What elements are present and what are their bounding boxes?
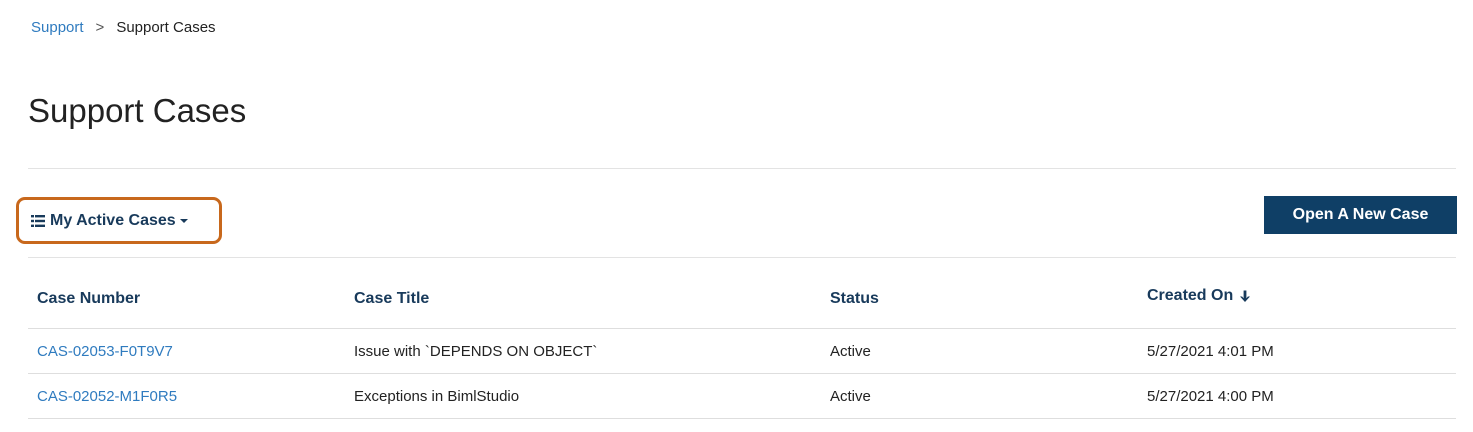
table-row: CAS-02053-F0T9V7 Issue with `DEPENDS ON … [28,329,1456,374]
arrow-down-icon [1239,290,1251,303]
case-status: Active [830,387,871,405]
table-row: CAS-02052-M1F0R5 Exceptions in BimlStudi… [28,374,1456,419]
page-title: Support Cases [28,92,247,129]
case-created-on: 5/27/2021 4:00 PM [1147,387,1274,405]
case-number-link[interactable]: CAS-02052-M1F0R5 [37,374,177,418]
column-header-case-number[interactable]: Case Number [37,270,140,328]
cases-table: Case Number Case Title Status Created On… [28,270,1456,419]
breadcrumb: Support > Support Cases [31,19,216,36]
caret-down-icon [179,218,188,223]
case-number-link[interactable]: CAS-02053-F0T9V7 [37,329,173,373]
case-status: Active [830,342,871,360]
case-created-on: 5/27/2021 4:01 PM [1147,342,1274,360]
column-header-status[interactable]: Status [830,270,879,328]
divider [28,257,1456,258]
breadcrumb-support-link[interactable]: Support [31,19,84,36]
case-title: Exceptions in BimlStudio [354,387,520,405]
view-selector-dropdown[interactable]: My Active Cases [16,197,222,244]
breadcrumb-separator: > [95,19,105,36]
breadcrumb-current: Support Cases [116,19,216,36]
column-header-case-title[interactable]: Case Title [354,270,429,328]
open-new-case-button[interactable]: Open A New Case [1264,196,1457,234]
table-header-row: Case Number Case Title Status Created On [28,270,1456,329]
support-cases-page: Support > Support Cases Support Cases My… [0,0,1473,432]
column-header-created-on-label: Created On [1147,287,1234,304]
divider [28,168,1456,169]
column-header-created-on[interactable]: Created On [1147,267,1251,325]
list-icon [31,214,45,227]
case-title: Issue with `DEPENDS ON OBJECT` [354,342,598,360]
view-selector-label: My Active Cases [50,211,176,229]
